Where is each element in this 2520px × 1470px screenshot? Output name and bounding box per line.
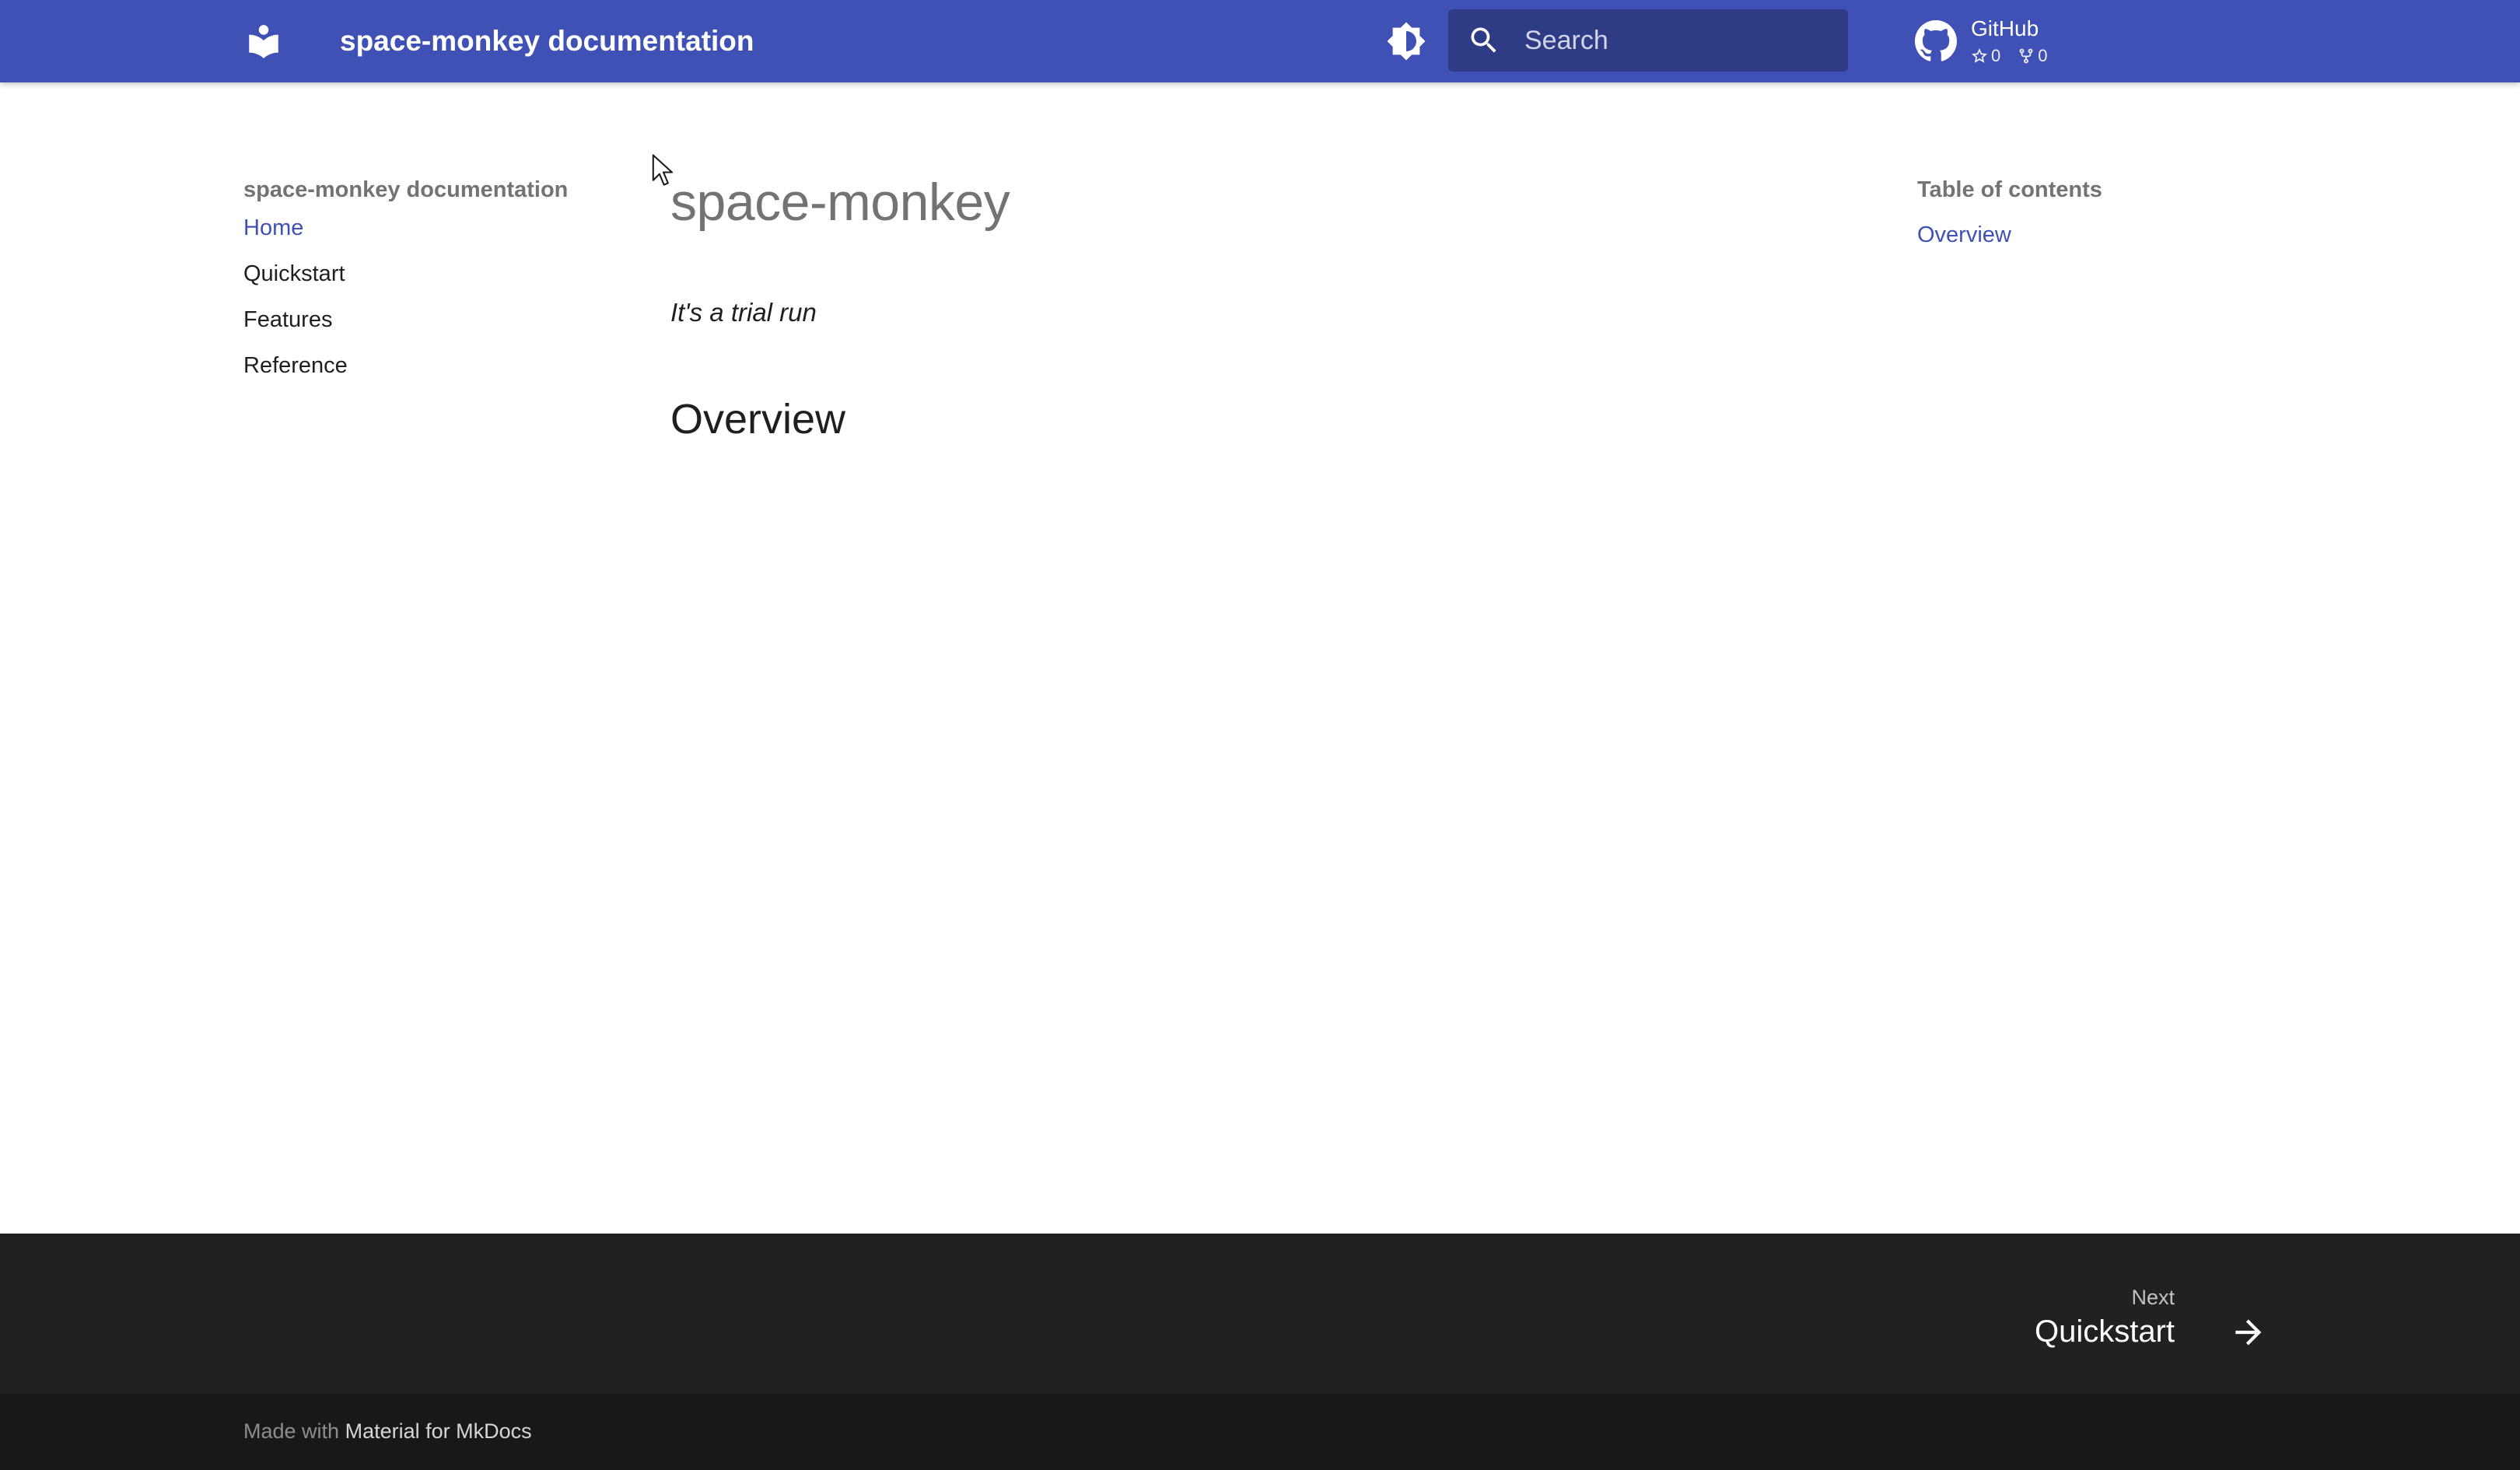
arrow-right-icon bbox=[2235, 1319, 2262, 1346]
mouse-cursor-icon bbox=[652, 154, 674, 186]
github-repo-link[interactable]: GitHub 0 0 bbox=[1912, 11, 2114, 72]
book-open-icon[interactable] bbox=[244, 22, 283, 61]
site-title[interactable]: space-monkey documentation bbox=[340, 22, 754, 61]
forks-count: 0 bbox=[2038, 46, 2048, 65]
github-icon bbox=[1915, 20, 1957, 61]
footer-navigation: Next Quickstart bbox=[0, 1234, 2520, 1394]
nav-item-features[interactable]: Features bbox=[243, 302, 601, 348]
fork-icon bbox=[2019, 48, 2033, 64]
brightness-icon bbox=[1387, 22, 1426, 61]
search-icon[interactable] bbox=[1467, 23, 1501, 58]
page-title: space-monkey bbox=[670, 173, 1010, 232]
toc-title: Table of contents bbox=[1917, 177, 2102, 202]
page-tagline: It's a trial run bbox=[670, 298, 817, 327]
repo-stars: 0 bbox=[1971, 45, 2000, 67]
nav-item-quickstart[interactable]: Quickstart bbox=[243, 256, 601, 302]
section-heading-overview: Overview bbox=[670, 396, 846, 443]
made-with-prefix: Made with bbox=[243, 1419, 340, 1443]
search-input[interactable] bbox=[1523, 9, 1834, 72]
next-page-title: Quickstart bbox=[2034, 1314, 2175, 1349]
primary-navigation: space-monkey documentation Home Quicksta… bbox=[243, 173, 601, 394]
footer-meta: Made with Material for MkDocs bbox=[0, 1394, 2520, 1470]
next-page-link[interactable]: Next Quickstart bbox=[1946, 1283, 2273, 1361]
next-direction-label: Next bbox=[2131, 1286, 2175, 1309]
nav-list: Home Quickstart Features Reference bbox=[243, 210, 601, 394]
repo-name: GitHub bbox=[1971, 16, 2039, 40]
made-with-text: Made with Material for MkDocs bbox=[243, 1417, 532, 1445]
nav-item-reference[interactable]: Reference bbox=[243, 348, 601, 394]
search-box[interactable] bbox=[1448, 9, 1848, 72]
repo-forks: 0 bbox=[2018, 45, 2048, 67]
table-of-contents: Table of contents Overview bbox=[1917, 173, 2228, 250]
repo-facts: 0 0 bbox=[1971, 45, 2048, 67]
theme-toggle-button[interactable] bbox=[1384, 21, 1428, 61]
star-icon bbox=[1971, 48, 1988, 63]
nav-title: space-monkey documentation bbox=[243, 177, 569, 202]
material-mkdocs-link[interactable]: Material for MkDocs bbox=[345, 1419, 532, 1443]
top-header: space-monkey documentation GitHub 0 bbox=[0, 0, 2520, 82]
toc-item-overview[interactable]: Overview bbox=[1917, 219, 2228, 250]
main-content: space-monkey It's a trial run Overview bbox=[670, 163, 1837, 446]
nav-item-home[interactable]: Home bbox=[243, 210, 601, 256]
stars-count: 0 bbox=[1991, 46, 2001, 65]
